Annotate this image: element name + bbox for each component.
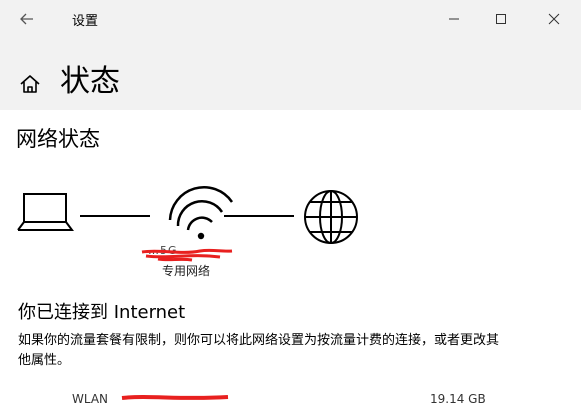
redaction-mark [141, 248, 233, 262]
status-description: 如果你的流量套餐有限制，则你可以将此网络设置为按流量计费的连接，或者更改其他属性… [18, 333, 500, 368]
back-button[interactable] [4, 0, 50, 38]
home-icon [20, 75, 40, 93]
close-icon [548, 13, 560, 25]
laptop-icon [17, 193, 74, 231]
wifi-icon [168, 186, 234, 240]
arrow-left-icon [20, 13, 33, 25]
network-profile: 专用网络 [162, 264, 211, 278]
close-button[interactable] [531, 0, 577, 38]
title-bar: 设置 [0, 0, 581, 38]
minimize-button[interactable] [431, 0, 477, 38]
home-button[interactable] [18, 72, 42, 96]
redaction-mark-2 [121, 395, 229, 400]
data-usage: 19.14 GB [430, 392, 486, 406]
minimize-icon [449, 18, 459, 20]
network-diagram [17, 186, 358, 244]
page-title: 状态 [60, 64, 120, 99]
app-title: 设置 [72, 14, 99, 29]
connection-status: 你已连接到 Internet [18, 302, 186, 323]
globe-icon [304, 190, 358, 244]
adapter-label: WLAN [72, 392, 109, 406]
maximize-button[interactable] [478, 0, 524, 38]
section-title: 网络状态 [16, 127, 100, 151]
maximize-icon [496, 14, 506, 24]
